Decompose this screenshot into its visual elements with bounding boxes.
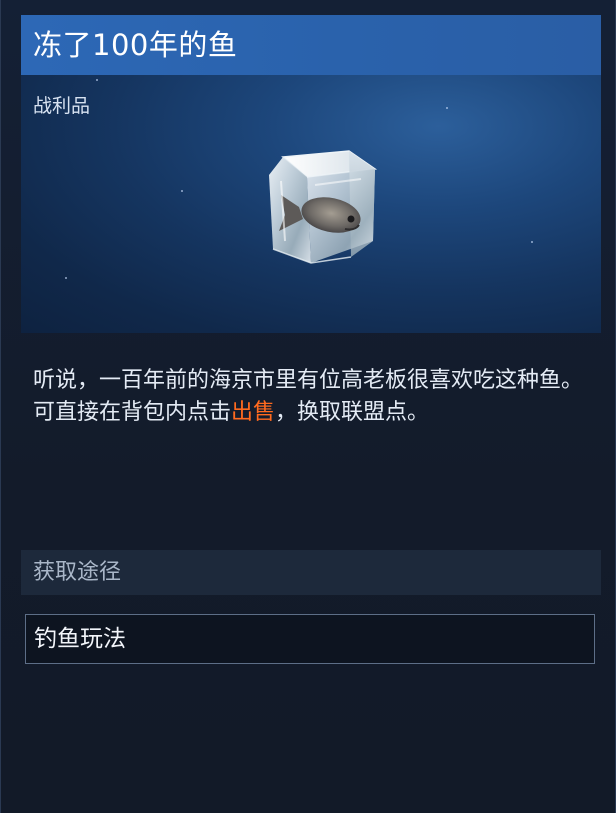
description-text: 可直接在背包内点击 [33, 400, 232, 425]
description-line-1: 听说，一百年前的海京市里有位高老板很喜欢吃这种鱼。 [33, 368, 584, 393]
item-description: 听说，一百年前的海京市里有位高老板很喜欢吃这种鱼。 可直接在背包内点击出售，换取… [33, 365, 593, 429]
title-bar: 冻了100年的鱼 [21, 15, 601, 75]
item-hero: 冻了100年的鱼 战利品 [21, 15, 601, 333]
description-line-2: 可直接在背包内点击出售，换取联盟点。 [33, 397, 593, 429]
sell-keyword: 出售 [231, 400, 276, 425]
item-detail-panel: 冻了100年的鱼 战利品 听说，一百年前的海京市里有位高老板很喜欢吃这种鱼。 可… [0, 0, 616, 813]
source-fishing-button[interactable]: 钓鱼玩法 [25, 614, 595, 664]
frozen-fish-icon [269, 150, 378, 264]
star-sparkle [531, 241, 533, 243]
star-sparkle [96, 79, 98, 81]
description-text: ，换取联盟点。 [275, 400, 430, 425]
source-label: 钓鱼玩法 [34, 626, 126, 652]
acquisition-header: 获取途径 [21, 550, 601, 595]
item-category: 战利品 [33, 95, 91, 117]
acquisition-title: 获取途径 [33, 560, 122, 585]
star-sparkle [181, 190, 183, 192]
star-sparkle [446, 107, 448, 109]
item-title: 冻了100年的鱼 [33, 28, 238, 62]
star-sparkle [65, 277, 67, 279]
